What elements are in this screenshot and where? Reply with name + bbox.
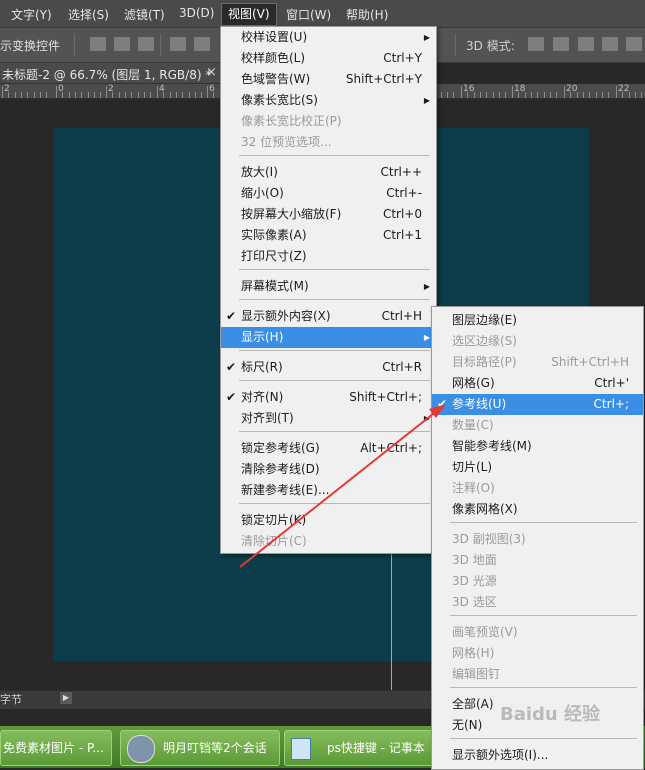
red-arrow-annotation [239, 404, 446, 568]
arrow-line [239, 409, 439, 568]
